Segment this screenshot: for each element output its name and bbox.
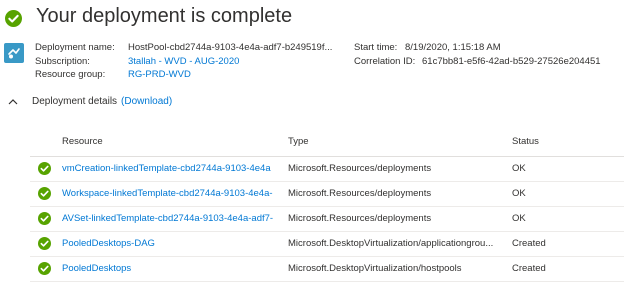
column-header-resource[interactable]: Resource — [62, 136, 280, 147]
start-time-row: Start time: 8/19/2020, 1:15:18 AM — [354, 41, 601, 55]
resource-type: Microsoft.Resources/deployments — [288, 213, 432, 224]
resource-type: Microsoft.Resources/deployments — [288, 188, 432, 199]
subscription-row: Subscription: 3tallah - WVD - AUG-2020 — [35, 55, 332, 69]
column-header-status[interactable]: Status — [512, 136, 539, 147]
table-body: vmCreation-linkedTemplate-cbd2744a-9103-… — [30, 157, 624, 282]
correlation-label: Correlation ID: — [354, 55, 416, 67]
deployment-details-toggle[interactable]: Deployment details (Download) — [8, 96, 172, 107]
table-row: AVSet-linkedTemplate-cbd2744a-9103-4e4a-… — [30, 207, 624, 232]
start-time-label: Start time: — [354, 42, 398, 53]
deployment-summary-left: Deployment name: HostPool-cbd2744a-9103-4… — [35, 41, 332, 82]
deployment-icon — [4, 43, 24, 63]
status-check-icon — [38, 237, 51, 250]
deployment-name-label: Deployment name: — [35, 42, 115, 53]
deployment-name-row: Deployment name: HostPool-cbd2744a-9103-4… — [35, 41, 332, 55]
resource-type: Microsoft.DesktopVirtualization/applicat… — [288, 238, 494, 249]
deployment-summary-right: Start time: 8/19/2020, 1:15:18 AM Correla… — [354, 41, 601, 68]
table-row: PooledDesktops Microsoft.DesktopVirtualiz… — [30, 257, 624, 282]
deployment-name-value: HostPool-cbd2744a-9103-4e4a-adf7-b249519… — [128, 42, 333, 53]
resource-link[interactable]: PooledDesktops-DAG — [62, 238, 280, 249]
correlation-id-value: 61c7bb81-e5f6-42ad-b529-27526e204451 — [422, 55, 601, 67]
resource-status: OK — [512, 213, 526, 224]
resource-link[interactable]: AVSet-linkedTemplate-cbd2744a-9103-4e4a-… — [62, 213, 280, 224]
status-check-icon — [38, 162, 51, 175]
resource-type: Microsoft.DesktopVirtualization/hostpool… — [288, 263, 462, 274]
page-title: Your deployment is complete — [36, 5, 293, 27]
subscription-link[interactable]: 3tallah - WVD - AUG-2020 — [128, 56, 239, 67]
table-row: PooledDesktops-DAG Microsoft.DesktopVirtu… — [30, 232, 624, 257]
status-check-icon — [38, 187, 51, 200]
resource-group-label: Resource group: — [35, 69, 106, 80]
column-header-type[interactable]: Type — [288, 136, 504, 147]
table-header: Resource Type Status — [30, 128, 624, 157]
table-row: Workspace-linkedTemplate-cbd2744a-9103-4… — [30, 182, 624, 207]
chevron-up-icon — [8, 98, 18, 104]
resource-type: Microsoft.Resources/deployments — [288, 163, 432, 174]
success-check-icon — [5, 10, 22, 27]
deployment-resources-table: Resource Type Status vmCreation-linkedTe… — [30, 128, 624, 282]
table-row: vmCreation-linkedTemplate-cbd2744a-9103-… — [30, 157, 624, 182]
status-check-icon — [38, 262, 51, 275]
deployment-details-title: Deployment details — [32, 96, 118, 107]
resource-link[interactable]: PooledDesktops — [62, 263, 280, 274]
resource-status: Created — [512, 238, 546, 249]
subscription-label: Subscription: — [35, 55, 90, 67]
resource-status: OK — [512, 188, 526, 199]
status-check-icon — [38, 212, 51, 225]
resource-link[interactable]: vmCreation-linkedTemplate-cbd2744a-9103-… — [62, 163, 280, 174]
start-time-value: 8/19/2020, 1:15:18 AM — [405, 42, 501, 53]
resource-group-link[interactable]: RG-PRD-WVD — [128, 69, 191, 80]
download-link[interactable]: (Download) — [121, 96, 172, 107]
resource-group-row: Resource group: RG-PRD-WVD — [35, 68, 332, 82]
page-header: Your deployment is complete — [0, 0, 624, 36]
correlation-row: Correlation ID: 61c7bb81-e5f6-42ad-b529-2… — [354, 55, 601, 69]
resource-status: OK — [512, 163, 526, 174]
resource-status: Created — [512, 263, 546, 274]
resource-link[interactable]: Workspace-linkedTemplate-cbd2744a-9103-4… — [62, 188, 280, 199]
